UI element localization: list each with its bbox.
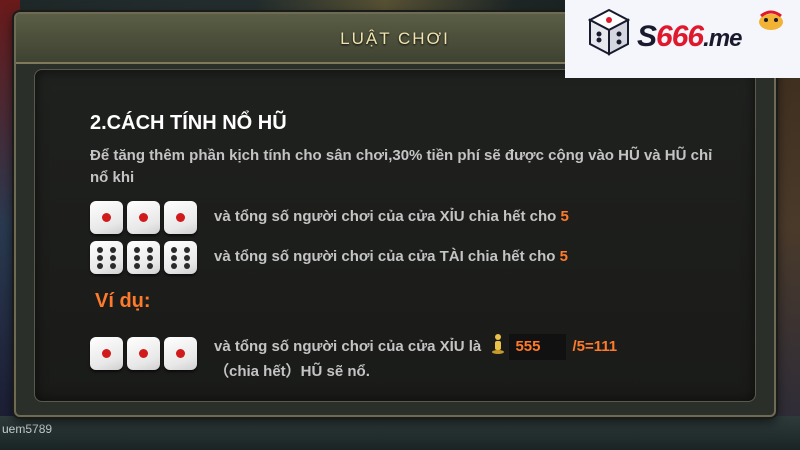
section-intro: Để tăng thêm phần kịch tính cho sân chơi… — [90, 147, 713, 186]
dice-one-icon — [164, 337, 197, 370]
rule-2-number: 5 — [559, 248, 568, 265]
rule-1-text: và tổng số người chơi của cửa XỈU chia h… — [214, 208, 569, 225]
dice-one-icon — [164, 201, 197, 234]
rule-1-dice — [90, 201, 197, 234]
rule-2-text: và tổng số người chơi của cửa TÀI chia h… — [214, 248, 568, 265]
example-calculation: /5=111 — [572, 338, 618, 355]
dice-one-icon — [127, 337, 160, 370]
rule-1-number: 5 — [560, 208, 569, 225]
logo-dice-icon — [588, 8, 630, 56]
example-text: và tổng số người chơi của cửa XỈU là 555… — [214, 333, 617, 384]
player-count-icon — [492, 334, 505, 354]
logo-domain: .me — [703, 25, 742, 52]
dice-six-icon — [127, 241, 160, 274]
example-label: Ví dụ: — [95, 290, 151, 312]
dice-one-icon — [90, 201, 123, 234]
dice-six-icon — [90, 241, 123, 274]
logo-prefix: S — [637, 20, 657, 53]
rules-content-panel[interactable]: 2.CÁCH TÍNH NỔ HŨ Để tăng thêm phần kịch… — [34, 69, 756, 402]
section-heading: 2.CÁCH TÍNH NỔ HŨ — [90, 112, 287, 134]
example-description: và tổng số người chơi của cửa XỈU là — [214, 338, 482, 355]
rule-2-dice — [90, 241, 197, 274]
background-game-title — [255, 0, 515, 10]
dice-one-icon — [90, 337, 123, 370]
player-count: 555 — [509, 334, 567, 360]
rule-1-description: và tổng số người chơi của cửa XỈU chia h… — [214, 208, 557, 225]
background-bottom-bar — [0, 416, 800, 450]
example-result: （chia hết）HŨ sẽ nổ. — [214, 363, 370, 380]
background-username: uem5789 — [2, 422, 53, 436]
dice-six-icon — [164, 241, 197, 274]
site-logo: S666.me — [565, 0, 800, 78]
dice-one-icon — [127, 201, 160, 234]
logo-number: 666 — [656, 20, 704, 53]
example-dice — [90, 337, 197, 370]
logo-wordmark: S666.me — [637, 20, 742, 54]
logo-mascot-icon — [759, 10, 783, 30]
rule-2-description: và tổng số người chơi của cửa TÀI chia h… — [214, 248, 556, 265]
